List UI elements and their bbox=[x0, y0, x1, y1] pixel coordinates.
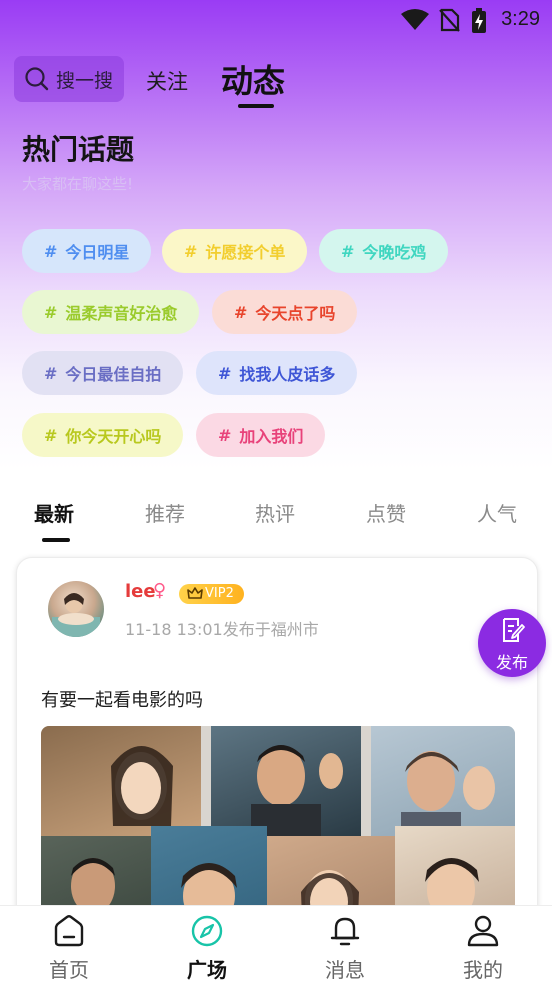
hot-topics-subtitle: 大家都在聊这些! bbox=[22, 175, 134, 193]
photo-tile bbox=[371, 726, 515, 836]
tab-dynamic[interactable]: 动态 bbox=[221, 56, 285, 102]
post-username[interactable]: lee bbox=[125, 581, 156, 602]
topic-tag[interactable]: # 你今天开心吗 bbox=[22, 413, 184, 457]
topic-tag[interactable]: # 许愿接个单 bbox=[162, 229, 308, 273]
topic-tag[interactable]: # 今日明星 bbox=[22, 229, 152, 273]
nav-home[interactable]: 首页 bbox=[0, 906, 138, 984]
nav-messages[interactable]: 消息 bbox=[276, 906, 414, 984]
feed-tab-latest[interactable]: 最新 bbox=[34, 498, 74, 527]
feed-tab-recommended[interactable]: 推荐 bbox=[145, 498, 185, 527]
home-icon bbox=[54, 915, 84, 947]
topic-tag[interactable]: # 加入我们 bbox=[196, 413, 326, 457]
compass-icon bbox=[191, 915, 223, 947]
topic-tag[interactable]: # 今日最佳自拍 bbox=[22, 351, 184, 395]
feed-tab-hot-comments[interactable]: 热评 bbox=[255, 498, 295, 527]
search-placeholder: 搜一搜 bbox=[56, 69, 114, 92]
crown-icon bbox=[187, 587, 203, 599]
topic-tag-label: 今晚吃鸡 bbox=[362, 243, 427, 262]
search-icon bbox=[25, 67, 49, 91]
status-time: 3:29 bbox=[501, 8, 540, 30]
topic-tag-label: 今日最佳自拍 bbox=[65, 365, 162, 384]
bottom-nav: 首页 广场 消息 我的 bbox=[0, 905, 552, 984]
publish-button-label: 发布 bbox=[495, 653, 528, 672]
avatar[interactable] bbox=[48, 581, 104, 637]
feed-tab-likes[interactable]: 点赞 bbox=[366, 498, 406, 527]
topic-tag-label: 你今天开心吗 bbox=[65, 427, 162, 446]
feed-tab-indicator bbox=[42, 538, 70, 542]
topic-tag-label: 今日明星 bbox=[65, 243, 130, 262]
status-bar: 3:29 bbox=[0, 0, 552, 40]
hash-icon: # bbox=[44, 363, 58, 383]
nav-mine-label: 我的 bbox=[463, 958, 503, 982]
wifi-icon bbox=[401, 9, 429, 30]
post-meta: 11-18 13:01发布于福州市 bbox=[125, 620, 319, 639]
topic-tag[interactable]: # 今天点了吗 bbox=[212, 290, 358, 334]
hash-icon: # bbox=[234, 302, 248, 322]
topic-tag[interactable]: # 找我人皮话多 bbox=[196, 351, 358, 395]
battery-charging-icon bbox=[472, 8, 486, 33]
post-text: 有要一起看电影的吗 bbox=[41, 690, 203, 711]
search-box[interactable]: 搜一搜 bbox=[14, 56, 124, 102]
topic-tag-label: 今天点了吗 bbox=[255, 304, 336, 323]
topic-tag-label: 温柔声音好治愈 bbox=[65, 304, 178, 323]
topic-tag[interactable]: # 温柔声音好治愈 bbox=[22, 290, 200, 334]
avatar-image bbox=[52, 593, 100, 637]
hash-icon: # bbox=[44, 241, 58, 261]
topic-tag[interactable]: # 今晚吃鸡 bbox=[319, 229, 449, 273]
hash-icon: # bbox=[341, 241, 355, 261]
topic-tag-label: 加入我们 bbox=[239, 427, 304, 446]
hash-icon: # bbox=[44, 425, 58, 445]
female-icon: ♀ bbox=[153, 580, 167, 601]
publish-button[interactable]: 发布 bbox=[478, 609, 546, 677]
nav-messages-label: 消息 bbox=[325, 958, 365, 982]
nav-home-label: 首页 bbox=[49, 958, 89, 982]
vip-badge-label: VIP2 bbox=[205, 586, 234, 601]
nav-square[interactable]: 广场 bbox=[138, 906, 276, 984]
bell-icon bbox=[330, 917, 360, 946]
tab-active-indicator bbox=[238, 104, 274, 108]
topic-tag-label: 许愿接个单 bbox=[205, 243, 286, 262]
nav-mine[interactable]: 我的 bbox=[414, 906, 552, 984]
no-sim-icon bbox=[439, 8, 460, 32]
photo-tile bbox=[41, 726, 201, 836]
edit-note-icon bbox=[503, 618, 525, 642]
feed-tab-popularity[interactable]: 人气 bbox=[477, 498, 517, 527]
hot-topics-title: 热门话题 bbox=[22, 133, 135, 166]
hash-icon: # bbox=[218, 425, 232, 445]
topic-tag-label: 找我人皮话多 bbox=[239, 365, 336, 384]
hash-icon: # bbox=[44, 302, 58, 322]
hash-icon: # bbox=[218, 363, 232, 383]
hash-icon: # bbox=[184, 241, 198, 261]
nav-square-label: 广场 bbox=[187, 958, 227, 982]
user-icon bbox=[467, 915, 499, 947]
tab-follow[interactable]: 关注 bbox=[146, 66, 188, 96]
vip-badge: VIP2 bbox=[179, 584, 244, 604]
photo-tile bbox=[211, 726, 361, 836]
